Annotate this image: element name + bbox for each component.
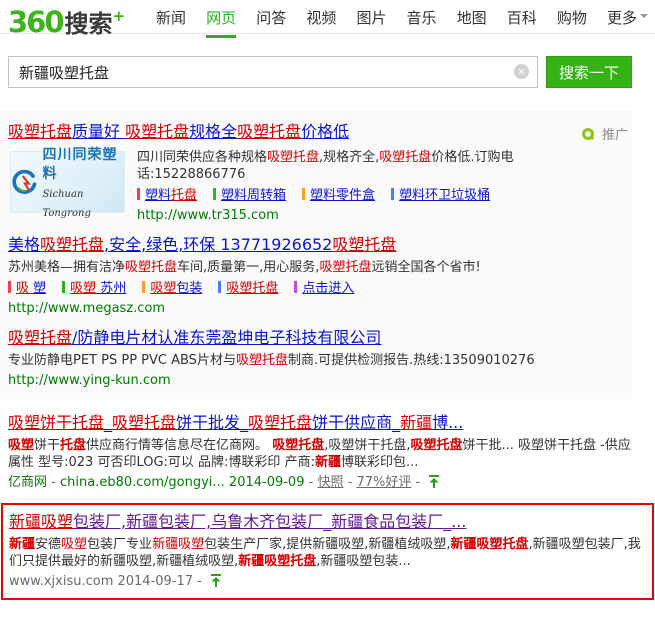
result-url: www.xjxisu.com 2014-09-17 - <box>9 574 206 589</box>
nav-tab-news[interactable]: 新闻 <box>156 7 186 35</box>
nav-tab-qa[interactable]: 问答 <box>256 7 286 35</box>
result-description: 苏州美格—拥有洁净吸塑托盘车间,质量第一,用心服务,吸塑托盘远销全国各个省市! <box>8 259 610 276</box>
up-arrow-icon[interactable] <box>428 475 440 488</box>
ad-badge-label: 推广 <box>602 128 628 143</box>
advertiser-logo[interactable]: 四川同荣塑料 Sichuan Tongrong <box>10 151 125 213</box>
logo-360-text: 360 <box>8 5 63 39</box>
nav-tab-more[interactable]: 更多 <box>607 7 648 35</box>
top-nav: 新闻 网页 问答 视频 图片 音乐 地图 百科 购物 更多 <box>156 7 655 38</box>
search-result-ad-2: 美格吸塑托盘,安全,绿色,环保 13771926652吸塑托盘 苏州美格—拥有洁… <box>8 235 610 317</box>
360-logo[interactable]: 360搜索+ <box>8 1 125 42</box>
nav-tab-images[interactable]: 图片 <box>356 7 386 35</box>
chevron-down-icon <box>640 14 648 22</box>
search-result-ad-1: 吸塑托盘质量好 吸塑托盘规格全吸塑托盘价格低 四川同荣塑料 Sichuan To… <box>8 122 610 224</box>
highlight-box: 新疆吸塑包装厂,新疆包装厂,乌鲁木齐包装厂_新疆食品包装厂_... 新疆安德吸塑… <box>1 503 654 600</box>
search-result-4: 吸塑饼干托盘_吸塑托盘饼干批发_吸塑托盘饼干供应商_新疆博... 吸塑饼干托盘供… <box>8 413 633 491</box>
advertiser-name-en: Sichuan Tongrong <box>42 189 90 219</box>
result-description: 吸塑饼干托盘供应商行情等信息尽在亿商网。 吸塑托盘,吸塑饼干托盘,吸塑托盘饼干批… <box>8 437 633 471</box>
logo-search-text: 搜索 <box>65 10 113 38</box>
clear-icon[interactable]: × <box>514 64 529 79</box>
top-bar: 360搜索+ 新闻 网页 问答 视频 图片 音乐 地图 百科 购物 更多 <box>0 0 655 34</box>
nav-tab-maps[interactable]: 地图 <box>457 7 487 35</box>
result-sublinks[interactable]: 塑料托盘塑料周转箱塑料零件盒塑料环卫垃圾桶 <box>137 187 610 204</box>
result-description: 专业防静电PET PS PP PVC ABS片材与吸塑托盘制商.可提供检测报告.… <box>8 352 610 369</box>
search-result-ad-3: 吸塑托盘/防静电片材认准东莞盈坤电子科技有限公司 专业防静电PET PS PP … <box>8 328 610 389</box>
result-url: http://www.tr315.com <box>137 207 610 224</box>
result-title[interactable]: 吸塑托盘/防静电片材认准东莞盈坤电子科技有限公司 <box>8 328 610 348</box>
nav-tab-video[interactable]: 视频 <box>306 7 336 35</box>
search-input[interactable] <box>8 56 538 88</box>
up-arrow-icon[interactable] <box>210 574 222 587</box>
search-input-wrap: × <box>8 56 538 88</box>
logo-plus-mark: + <box>113 7 126 25</box>
promoted-icon <box>582 128 595 141</box>
result-url: http://www.megasz.com <box>8 300 610 317</box>
result-sublinks[interactable]: 吸 塑吸塑 苏州吸塑包装吸塑托盘点击进入 <box>8 280 610 297</box>
search-bar: × 搜索一下 <box>8 56 655 88</box>
result-meta[interactable]: 亿商网 - china.eb80.com/gongyi... 2014-09-0… <box>8 474 633 491</box>
result-title[interactable]: 新疆吸塑包装厂,新疆包装厂,乌鲁木齐包装厂_新疆食品包装厂_... <box>9 512 646 532</box>
result-title[interactable]: 吸塑托盘质量好 吸塑托盘规格全吸塑托盘价格低 <box>8 122 610 142</box>
result-title[interactable]: 美格吸塑托盘,安全,绿色,环保 13771926652吸塑托盘 <box>8 235 610 255</box>
result-url: http://www.ying-kun.com <box>8 372 610 389</box>
nav-tab-web[interactable]: 网页 <box>206 7 236 38</box>
result-meta[interactable]: www.xjxisu.com 2014-09-17 - <box>9 573 646 590</box>
advertiser-name-cn: 四川同荣塑料 <box>42 147 117 182</box>
result-meta-text: 亿商网 - china.eb80.com/gongyi... 2014-09-0… <box>8 475 424 490</box>
ad-results-block: 推广 吸塑托盘质量好 吸塑托盘规格全吸塑托盘价格低 四川同荣塑料 Sichuan… <box>0 110 632 399</box>
search-result-5: 新疆吸塑包装厂,新疆包装厂,乌鲁木齐包装厂_新疆食品包装厂_... 新疆安德吸塑… <box>9 512 646 590</box>
nav-tab-shopping[interactable]: 购物 <box>557 7 587 35</box>
result-title[interactable]: 吸塑饼干托盘_吸塑托盘饼干批发_吸塑托盘饼干供应商_新疆博... <box>8 413 633 433</box>
result-description: 四川同荣供应各种规格吸塑托盘,规格齐全,吸塑托盘价格低.订购电话:1522886… <box>137 149 610 183</box>
search-button[interactable]: 搜索一下 <box>546 56 632 88</box>
nav-tab-music[interactable]: 音乐 <box>407 7 437 35</box>
nav-tab-baike[interactable]: 百科 <box>507 7 537 35</box>
nav-more-label: 更多 <box>607 9 637 27</box>
tongrong-logo-icon <box>11 167 37 197</box>
result-description: 新疆安德吸塑包装厂专业新疆吸塑包装生产厂家,提供新疆吸塑,新疆植绒吸塑,新疆吸塑… <box>9 536 646 570</box>
ad-badge: 推广 <box>582 124 628 143</box>
